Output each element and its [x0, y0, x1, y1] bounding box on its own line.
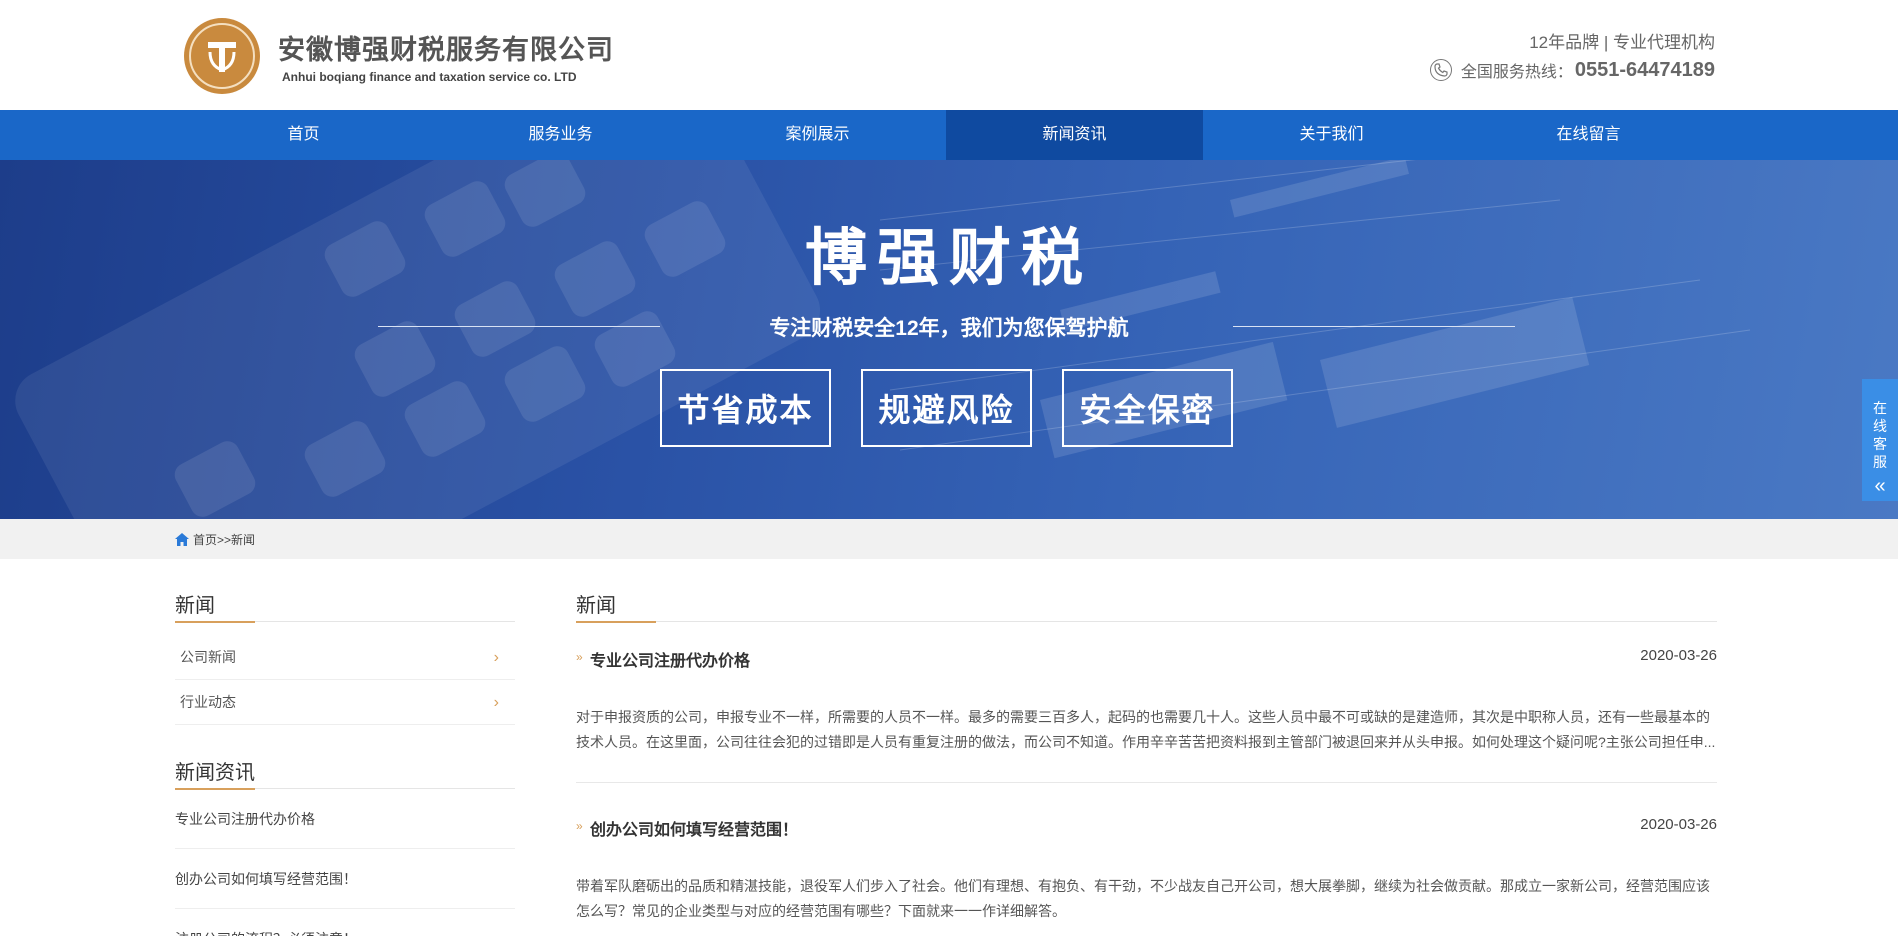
service-hotline: 全国服务热线： 0551-64474189: [1429, 58, 1715, 82]
site-header: 安徽博强财税服务有限公司 Anhui boqiang finance and t…: [0, 0, 1898, 110]
article-title[interactable]: 创办公司如何填写经营范围！: [590, 816, 798, 840]
brand-slogan: 12年品牌 | 专业代理机构: [1529, 33, 1715, 52]
sidebar-category-rule: [175, 621, 515, 623]
sidebar-news-item[interactable]: 专业公司注册代办价格: [175, 789, 515, 849]
chevron-right-icon: ›: [493, 694, 499, 711]
online-service-label: 在线客服: [1873, 400, 1887, 470]
sidebar-item-industry-news[interactable]: 行业动态 ›: [175, 680, 515, 725]
nav-item-news[interactable]: 新闻资讯: [946, 110, 1203, 160]
breadcrumb: 首页>>新闻: [175, 531, 255, 548]
article-title[interactable]: 专业公司注册代办价格: [590, 647, 750, 671]
nav-item-cases[interactable]: 案例展示: [689, 110, 946, 160]
sidebar-item-company-news[interactable]: 公司新闻 ›: [175, 635, 515, 680]
bullet-chevron-icon: »: [576, 819, 583, 833]
home-icon: [175, 533, 189, 546]
nav-item-home[interactable]: 首页: [175, 110, 432, 160]
article-date: 2020-03-26: [1640, 647, 1717, 664]
article-divider: [576, 782, 1717, 783]
nav-item-services[interactable]: 服务业务: [432, 110, 689, 160]
sidebar-item-label: 公司新闻: [180, 649, 236, 665]
banner-title: 博强财税: [804, 224, 1093, 293]
feature-avoid-risk: 规避风险: [861, 369, 1032, 447]
chevron-right-icon: ›: [493, 649, 499, 666]
sidebar-category-title: 新闻: [175, 595, 215, 617]
bullet-chevron-icon: »: [576, 650, 583, 664]
article-date: 2020-03-26: [1640, 816, 1717, 833]
hero-banner: 博强财税 专注财税安全12年，我们为您保驾护航 节省成本 规避风险 安全保密: [0, 160, 1898, 519]
breadcrumb-text[interactable]: 首页>>新闻: [193, 531, 255, 548]
sidebar-news-item[interactable]: 注册公司的流程？必须注意！: [175, 909, 515, 936]
main-section-title: 新闻: [576, 595, 616, 617]
nav-item-message[interactable]: 在线留言: [1460, 110, 1717, 160]
double-chevron-left-icon: «: [1874, 475, 1886, 497]
breadcrumb-bar: 首页>>新闻: [0, 519, 1898, 559]
banner-subtitle: 专注财税安全12年，我们为您保驾护航: [769, 317, 1129, 340]
company-name-en: Anhui boqiang finance and taxation servi…: [282, 70, 577, 84]
feature-save-cost: 节省成本: [660, 369, 831, 447]
news-article: » 创办公司如何填写经营范围！ 2020-03-26 带着军队磨砺出的品质和精湛…: [576, 816, 1717, 919]
sidebar-news-item[interactable]: 创办公司如何填写经营范围！: [175, 849, 515, 909]
feature-confidential: 安全保密: [1062, 369, 1233, 447]
article-summary: 对于申报资质的公司，申报专业不一样，所需要的人员不一样。最多的需要三百多人，起码…: [576, 709, 1716, 750]
hotline-number[interactable]: 0551-64474189: [1575, 59, 1715, 82]
sidebar-news-title: 新闻资讯: [175, 762, 255, 784]
hotline-label: 全国服务热线：: [1460, 64, 1573, 81]
main-nav: 首页 服务业务 案例展示 新闻资讯 关于我们 在线留言: [0, 110, 1898, 160]
nav-item-about[interactable]: 关于我们: [1203, 110, 1460, 160]
sidebar-item-label: 行业动态: [180, 694, 236, 710]
online-service-tab[interactable]: 在线客服 «: [1862, 379, 1898, 501]
banner-features: 节省成本 规避风险 安全保密: [660, 369, 1233, 447]
phone-icon: [1429, 59, 1452, 81]
news-article: » 专业公司注册代办价格 2020-03-26 对于申报资质的公司，申报专业不一…: [576, 647, 1717, 783]
banner-divider-right: [1233, 326, 1515, 327]
article-summary: 带着军队磨砺出的品质和精湛技能，退役军人们步入了社会。他们有理想、有抱负、有干劲…: [576, 878, 1710, 919]
main-section-rule: [576, 621, 1717, 623]
logo-mark-icon: [208, 42, 236, 72]
company-name-cn: 安徽博强财税服务有限公司: [278, 35, 614, 65]
company-logo[interactable]: [184, 18, 260, 94]
